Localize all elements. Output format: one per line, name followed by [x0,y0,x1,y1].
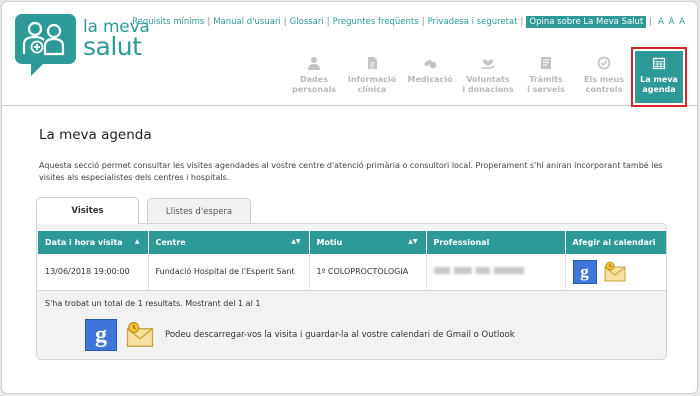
header: la meva salut Requisits mínims | Manual d… [2,2,697,107]
nav-label: Tràmits [529,75,563,84]
table-row: 13/06/2018 19:00:00 Fundació Hospital de… [38,254,666,291]
main-nav: Dades personals Informació clínica Medic… [285,50,633,104]
page: la meva salut Requisits mínims | Manual d… [1,1,698,394]
logo-text-bottom: salut [83,32,142,61]
results-summary: S'ha trobat un total de 1 resultats. Mos… [45,299,261,308]
column-header-calendar: Afegir al calendari [565,231,666,254]
column-header-reason[interactable]: Motiu ▲▼ [309,231,427,254]
nav-personal-data[interactable]: Dades personals [285,50,343,102]
page-description: Aquesta secció permet consultar les visi… [39,161,663,182]
link-requirements[interactable]: Requisits mínims [132,17,204,27]
table-header-row: Data i hora visita ▲ Centre ▲▼ Motiu ▲▼ Pro… [38,231,666,254]
link-privacy[interactable]: Privadesa i seguretat [428,17,518,27]
logo-bubble-tail [31,62,45,76]
cell-calendar: g [565,254,666,291]
people-icon [22,21,65,56]
calendar-note: g Podeu descarregar-vos la visita i guar… [85,319,515,351]
sort-both-icon: ▲▼ [291,238,301,245]
cell-professional [426,254,566,291]
nav-label: personals [292,85,336,94]
page-title: La meva agenda [39,127,152,143]
nav-my-agenda[interactable]: La meva agenda [631,47,687,107]
link-user-manual[interactable]: Manual d'usuari [213,17,281,27]
link-faq[interactable]: Preguntes freqüents [333,17,419,27]
nav-label: Dades [300,75,328,84]
nav-label: i donacions [462,85,514,94]
cell-centre: Fundació Hospital de l'Esperit Sant [148,254,310,291]
nav-label: Voluntats [466,75,510,84]
outlook-calendar-icon [126,322,154,347]
calendar-note-text: Podeu descarregar-vos la visita i guarda… [165,330,515,340]
google-calendar-icon: g [85,319,117,351]
link-glossary[interactable]: Glossari [290,17,324,27]
column-header-centre[interactable]: Centre ▲▼ [148,231,310,254]
top-links: Requisits mínims | Manual d'usuari | Gloss… [132,16,686,28]
nav-label: controls [585,85,623,94]
font-size-controls[interactable]: A A A [658,17,686,27]
document-icon [368,57,377,69]
calendar-icon [652,57,666,70]
nav-label: La meva [640,75,678,84]
tab-visits[interactable]: Visites [36,197,139,224]
nav-clinical-info[interactable]: Informació clínica [343,50,401,102]
sort-both-icon: ▲▼ [408,238,418,245]
nav-my-controls[interactable]: Els meus controls [575,50,633,102]
nav-medication[interactable]: Medicació [401,50,459,102]
tab-waiting-lists[interactable]: Llistes d'espera [147,198,251,224]
column-header-professional: Professional [426,231,566,254]
check-circle-icon [597,56,611,70]
nav-label: Informació [347,75,397,84]
cell-reason: 1º COLOPROCTOLOGIA [309,254,427,291]
column-header-date[interactable]: Data i hora visita ▲ [38,231,149,254]
nav-my-agenda-tile: La meva agenda [635,51,683,103]
logo-bubble [15,14,76,64]
person-icon [308,57,320,70]
outlook-calendar-icon[interactable] [603,261,627,283]
cell-date: 13/06/2018 19:00:00 [38,254,149,291]
blurred-professional-name [433,267,524,275]
tab-bar: Visites Llistes d'espera [36,197,259,224]
form-icon [541,57,551,69]
nav-label: clínica [357,85,387,94]
nav-label: Els meus [584,75,624,84]
pills-icon [424,59,437,69]
nav-wishes-donations[interactable]: Voluntats i donacions [459,50,517,102]
visits-table: Data i hora visita ▲ Centre ▲▼ Motiu ▲▼ Pro… [38,231,666,291]
heart-hand-icon [482,59,495,69]
link-feedback[interactable]: Opina sobre La Meva Salut [526,16,647,28]
sort-asc-icon: ▲ [134,238,140,245]
google-calendar-icon[interactable]: g [572,259,597,284]
nav-label: agenda [642,85,676,94]
nav-procedures[interactable]: Tràmits i serveis [517,50,575,102]
nav-label: i serveis [527,85,565,94]
visits-panel: Data i hora visita ▲ Centre ▲▼ Motiu ▲▼ Pro… [36,223,667,360]
nav-label: Medicació [407,75,453,84]
